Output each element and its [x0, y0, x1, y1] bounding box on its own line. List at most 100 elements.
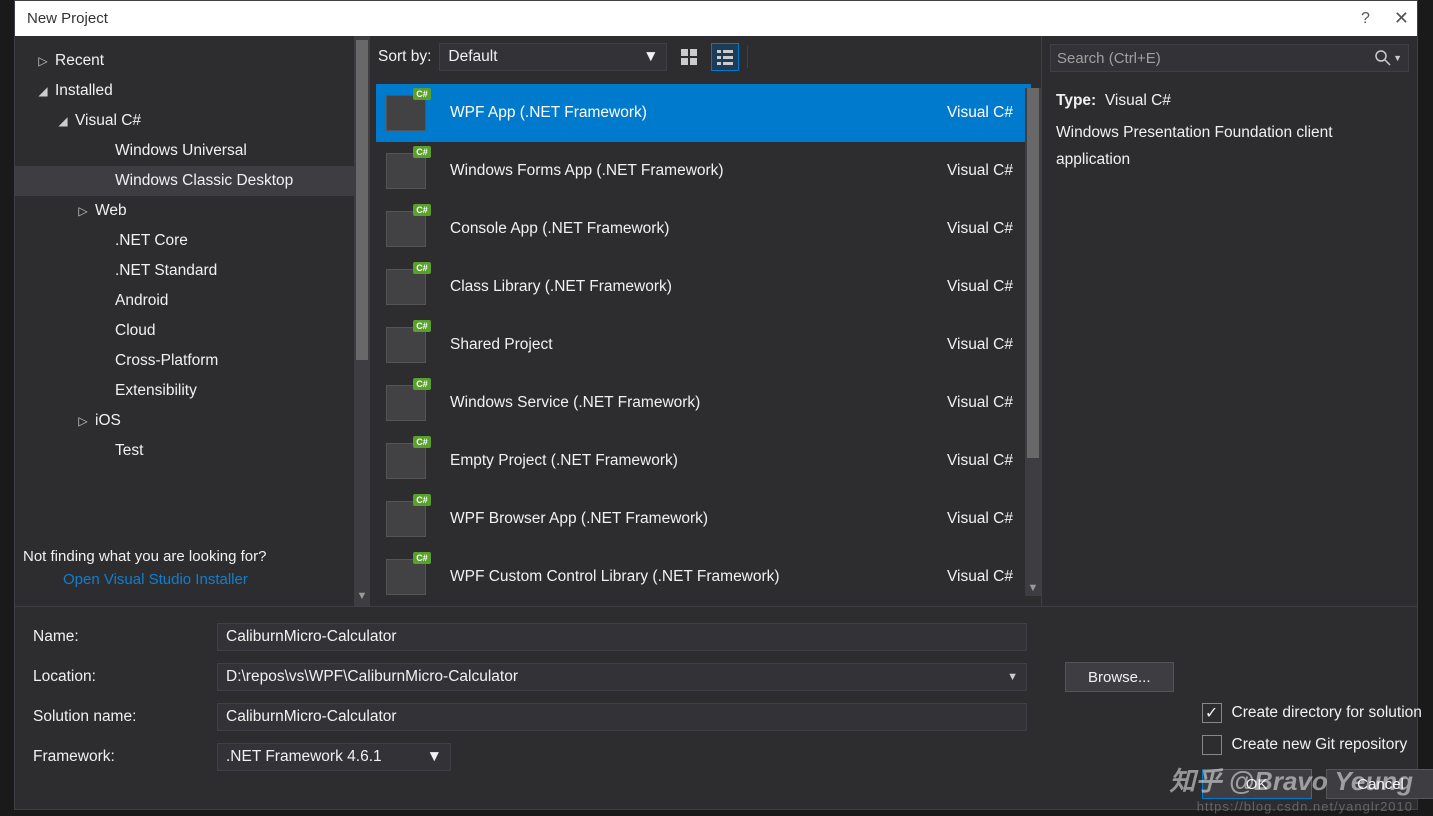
sidebar-item[interactable]: .NET Core: [15, 226, 370, 256]
search-dropdown-icon[interactable]: ▼: [1393, 53, 1402, 63]
template-name: Windows Forms App (.NET Framework): [450, 162, 927, 180]
template-language: Visual C#: [947, 452, 1013, 470]
cancel-button[interactable]: Cancel: [1326, 769, 1433, 799]
sidebar-item[interactable]: ◢ Visual C#: [15, 106, 370, 136]
sidebar-item[interactable]: Test: [15, 436, 370, 466]
sidebar-item-label: Web: [95, 202, 127, 220]
browse-button[interactable]: Browse...: [1065, 662, 1174, 692]
template-icon: C#: [382, 553, 430, 601]
template-icon: C#: [382, 495, 430, 543]
sort-by-select[interactable]: Default ▼: [439, 43, 667, 71]
template-item[interactable]: C#WPF App (.NET Framework)Visual C#: [376, 84, 1031, 142]
template-item[interactable]: C#WPF Browser App (.NET Framework)Visual…: [376, 490, 1031, 548]
sidebar-item[interactable]: Windows Universal: [15, 136, 370, 166]
open-installer-link[interactable]: Open Visual Studio Installer: [63, 571, 370, 588]
template-name: Windows Service (.NET Framework): [450, 394, 927, 412]
template-item[interactable]: C#Class Library (.NET Framework)Visual C…: [376, 258, 1031, 316]
template-item[interactable]: C#Windows Forms App (.NET Framework)Visu…: [376, 142, 1031, 200]
close-icon[interactable]: ✕: [1394, 8, 1409, 29]
template-scrollbar[interactable]: ▼: [1025, 88, 1041, 596]
sidebar-item[interactable]: ▷Recent: [15, 46, 370, 76]
sidebar-item[interactable]: Windows Classic Desktop: [15, 166, 370, 196]
expand-closed-icon[interactable]: ▷: [75, 204, 91, 218]
framework-select[interactable]: .NET Framework 4.6.1 ▼: [217, 743, 451, 771]
expand-open-icon[interactable]: ◢: [35, 84, 51, 98]
template-scroll-thumb[interactable]: [1027, 88, 1039, 458]
chevron-down-icon: ▼: [427, 748, 442, 766]
template-icon: C#: [382, 437, 430, 485]
sidebar-item[interactable]: ▷ iOS: [15, 406, 370, 436]
sort-by-label: Sort by:: [378, 48, 431, 66]
location-input[interactable]: D:\repos\vs\WPF\CaliburnMicro-Calculator…: [217, 663, 1027, 691]
sidebar-item[interactable]: ◢ Installed: [15, 76, 370, 106]
sidebar-item[interactable]: Cross-Platform: [15, 346, 370, 376]
template-icon: C#: [382, 321, 430, 369]
project-settings: Name: CaliburnMicro-Calculator Location:…: [15, 606, 1417, 809]
sidebar-item-label: Android: [115, 292, 168, 310]
template-item[interactable]: C#Console App (.NET Framework)Visual C#: [376, 200, 1031, 258]
not-finding-hint: Not finding what you are looking for?: [23, 548, 370, 565]
sidebar-item-label: iOS: [95, 412, 121, 430]
sidebar-item-label: Windows Classic Desktop: [115, 172, 293, 190]
view-large-icons-button[interactable]: [675, 43, 703, 71]
template-item[interactable]: C#Windows Service (.NET Framework)Visual…: [376, 374, 1031, 432]
name-label: Name:: [33, 628, 207, 646]
template-icon: C#: [382, 205, 430, 253]
sort-by-value: Default: [448, 48, 497, 66]
sidebar-item[interactable]: Extensibility: [15, 376, 370, 406]
sidebar-item-label: .NET Core: [115, 232, 188, 250]
sidebar-item[interactable]: Android: [15, 286, 370, 316]
template-language: Visual C#: [947, 394, 1013, 412]
template-item[interactable]: C# Empty Project (.NET Framework) Visual C…: [376, 432, 1031, 490]
csharp-badge-icon: C#: [413, 146, 431, 158]
template-item[interactable]: C#Shared ProjectVisual C#: [376, 316, 1031, 374]
csharp-badge-icon: C#: [413, 320, 431, 332]
sidebar-item-label: Installed: [55, 82, 113, 100]
sidebar-item-label: Cross-Platform: [115, 352, 218, 370]
template-name: WPF Custom Control Library (.NET Framewo…: [450, 568, 927, 586]
sidebar-item[interactable]: .NET Standard: [15, 256, 370, 286]
create-git-label: Create new Git repository: [1232, 736, 1408, 754]
help-icon[interactable]: ?: [1361, 10, 1370, 28]
name-input[interactable]: CaliburnMicro-Calculator: [217, 623, 1027, 651]
template-name: Empty Project (.NET Framework): [450, 452, 927, 470]
solution-name-input[interactable]: CaliburnMicro-Calculator: [217, 703, 1027, 731]
chevron-down-icon: ▼: [643, 48, 658, 66]
new-project-dialog: New Project ? ✕ ▷Recent ◢ Installed ◢ Visual…: [14, 0, 1418, 810]
template-icon: C#: [382, 147, 430, 195]
search-icon: [1375, 50, 1391, 66]
sidebar-item-label: Visual C#: [75, 112, 141, 130]
template-language: Visual C#: [947, 104, 1013, 122]
create-directory-label: Create directory for solution: [1232, 704, 1422, 722]
create-git-checkbox[interactable]: [1202, 735, 1222, 755]
sidebar-scroll-thumb[interactable]: [356, 40, 368, 360]
solution-name-label: Solution name:: [33, 708, 207, 726]
sidebar-item[interactable]: Cloud: [15, 316, 370, 346]
template-icon: C#: [382, 263, 430, 311]
expand-closed-icon[interactable]: ▷: [75, 414, 91, 428]
ok-button[interactable]: OK: [1202, 769, 1312, 799]
template-icon: C#: [382, 89, 430, 137]
details-panel: Search (Ctrl+E) ▼ Type: Visual C# Window…: [1041, 36, 1417, 606]
sidebar-scroll-down-icon[interactable]: ▼: [354, 590, 370, 602]
expand-closed-icon[interactable]: ▷: [35, 54, 51, 68]
template-item[interactable]: C# WPF Custom Control Library (.NET Frame…: [376, 548, 1031, 606]
sidebar-item[interactable]: ▷ Web: [15, 196, 370, 226]
template-panel: Sort by: Default ▼ C#WPF App (.NET Frame…: [370, 36, 1041, 606]
template-name: Class Library (.NET Framework): [450, 278, 927, 296]
search-placeholder: Search (Ctrl+E): [1057, 50, 1161, 67]
template-language: Visual C#: [947, 568, 1013, 586]
csharp-badge-icon: C#: [413, 552, 431, 564]
csharp-badge-icon: C#: [413, 204, 431, 216]
view-list-button[interactable]: [711, 43, 739, 71]
template-scroll-down-icon[interactable]: ▼: [1025, 582, 1041, 594]
search-input[interactable]: Search (Ctrl+E) ▼: [1050, 44, 1409, 72]
window-title: New Project: [27, 10, 108, 27]
sidebar-item-label: Windows Universal: [115, 142, 247, 160]
sidebar-scrollbar[interactable]: ▼: [354, 36, 370, 606]
create-directory-checkbox[interactable]: ✓: [1202, 703, 1222, 723]
csharp-badge-icon: C#: [413, 88, 431, 100]
separator: [747, 46, 748, 68]
template-description: Windows Presentation Foundation client a…: [1056, 120, 1403, 173]
expand-open-icon[interactable]: ◢: [55, 114, 71, 128]
